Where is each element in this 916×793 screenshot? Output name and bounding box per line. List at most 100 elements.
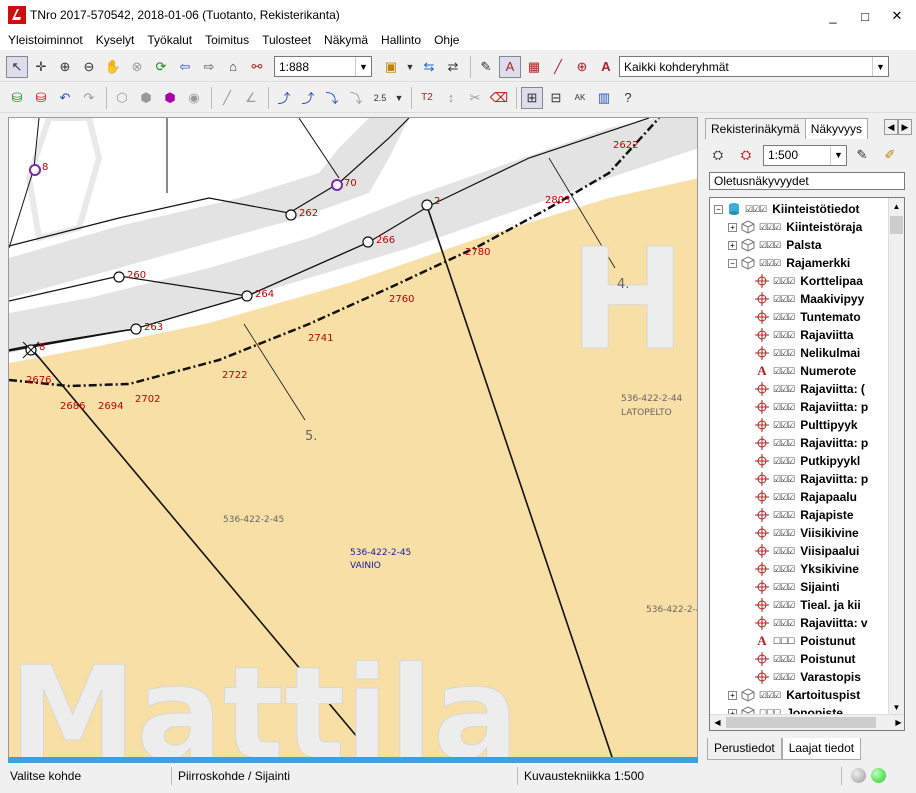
boundary-point-marker[interactable] [130, 323, 142, 335]
tree-item[interactable]: ☑☑☑ Rajaviitta: ( [742, 380, 865, 398]
tree-item[interactable]: ☑☑☑ Rajaviitta: v [742, 614, 868, 632]
collapse-icon[interactable]: − [714, 204, 723, 214]
polygon-delete-icon[interactable]: ⬡ [111, 87, 133, 109]
polygon-edit-icon[interactable]: ⬢ [159, 87, 181, 109]
close-button[interactable]: ✕ [884, 6, 910, 26]
tree-item[interactable]: ☑☑☑ Sijainti [742, 578, 840, 596]
boundary-point-marker[interactable] [113, 271, 125, 283]
map-drawing[interactable]: Mattila H 8 70 2 262 266 260 264 263 8 2… [9, 118, 698, 762]
visibility-set-field[interactable]: Oletusnäkyvyydet [709, 172, 905, 190]
tree-item[interactable]: ☑☑☑ Poistunut [742, 650, 856, 668]
draw-line-icon[interactable]: ╱ [547, 56, 569, 78]
tab-visibility[interactable]: Näkyvyys [804, 118, 869, 139]
edit-list-icon[interactable]: ✎ [475, 56, 497, 78]
pan-hand-icon[interactable]: ✋ [102, 56, 124, 78]
chevron-down-icon[interactable]: ▼ [830, 145, 846, 165]
tree-item[interactable]: ☑☑☑ Rajaviitta: p [742, 470, 868, 488]
sync-icon[interactable]: ⇆ [418, 56, 440, 78]
tree-vertical-scrollbar[interactable]: ▲ ▼ [888, 198, 904, 715]
tab-basic-info[interactable]: Perustiedot [707, 738, 782, 760]
tree-item[interactable]: ☑☑☑ Rajaviitta: p [742, 434, 868, 452]
menu-ohje[interactable]: Ohje [434, 33, 459, 47]
boundary-point-marker[interactable] [421, 199, 433, 211]
crosshair-icon[interactable]: ✛ [30, 56, 52, 78]
tree-item[interactable]: ☑☑☑ Nelikulmai [742, 344, 860, 362]
visibility-checkboxes[interactable]: ☑☑☑ [773, 366, 795, 377]
scroll-thumb[interactable] [890, 216, 903, 234]
tree-item[interactable]: ☑☑☑ Putkipyykl [742, 452, 860, 470]
menu-tyokalut[interactable]: Työkalut [147, 33, 192, 47]
zoom-out-icon[interactable]: ⊖ [78, 56, 100, 78]
scroll-down-icon[interactable]: ▼ [889, 699, 904, 715]
text-icon[interactable]: A [595, 56, 617, 78]
vertex-move-icon[interactable]: ⤵ [321, 87, 343, 109]
visibility-checkboxes[interactable]: ☑☑☑ [759, 690, 781, 701]
visibility-checkboxes[interactable]: ☑☑☑ [773, 438, 795, 449]
visibility-checkboxes[interactable]: ☑☑☑ [759, 240, 781, 251]
tree-horizontal-scrollbar[interactable]: ◀ ▶ [710, 714, 904, 730]
edit-visibility-icon[interactable]: ✎ [851, 144, 873, 166]
grid-split-icon[interactable]: ⊟ [545, 87, 567, 109]
dropdown-arrow-icon[interactable]: ▼ [393, 87, 405, 109]
boundary-point-marker[interactable] [331, 179, 343, 191]
boundary-point-marker[interactable] [285, 209, 297, 221]
visibility-checkboxes[interactable]: ☑☑☑ [745, 204, 767, 215]
menu-yleistoiminnot[interactable]: Yleistoiminnot [8, 33, 83, 47]
tree-item[interactable]: ☑☑☑ Maakivipyy [742, 290, 864, 308]
boundary-point-marker[interactable] [362, 236, 374, 248]
scroll-up-icon[interactable]: ▲ [889, 198, 904, 214]
line-tool-icon[interactable]: ╱ [216, 87, 238, 109]
approve-icon[interactable]: AK [569, 87, 591, 109]
visibility-checkboxes[interactable]: ☑☑☑ [773, 654, 795, 665]
polygon-icon[interactable]: ⬢ [135, 87, 157, 109]
tree-item[interactable]: − ☑☑☑ Rajamerkki [728, 254, 850, 272]
expand-icon[interactable]: + [728, 240, 737, 250]
vertex-add-icon[interactable]: ⤴ [297, 87, 319, 109]
visibility-checkboxes[interactable]: ☑☑☑ [773, 456, 795, 467]
visibility-checkboxes[interactable]: ☑☑☑ [773, 672, 795, 683]
tree-item[interactable]: ☑☑☑ Tuntemato [742, 308, 861, 326]
visibility-checkboxes[interactable]: ☑☑☑ [773, 492, 795, 503]
stop-icon[interactable]: ⊗ [126, 56, 148, 78]
text-format-icon[interactable]: T2 [416, 87, 438, 109]
redo-icon[interactable]: ↷ [78, 87, 100, 109]
tree-item[interactable]: ☑☑☑ Rajaviitta [742, 326, 854, 344]
visibility-checkboxes[interactable]: ☑☑☑ [773, 564, 795, 575]
scroll-right-icon[interactable]: ▶ [891, 715, 904, 730]
maximize-button[interactable]: □ [852, 6, 878, 26]
tree-item[interactable]: ☑☑☑ Pulttipyyk [742, 416, 858, 434]
map-canvas[interactable]: Mattila H 8 70 2 262 266 260 264 263 8 2… [8, 117, 698, 762]
visibility-checkboxes[interactable]: ☐☐☐ [773, 636, 795, 647]
expand-icon[interactable]: + [728, 222, 737, 232]
visibility-tree[interactable]: − ☑☑☑ Kiinteistötiedot + ☑☑☑ Kiinteistöraja + ☑… [709, 197, 905, 731]
visibility-checkboxes[interactable]: ☑☑☑ [773, 618, 795, 629]
tree-item[interactable]: ☑☑☑ Rajaviitta: p [742, 398, 868, 416]
layer-image-icon[interactable]: ▣ [380, 56, 402, 78]
highlight-icon[interactable]: ✐ [879, 144, 901, 166]
visibility-checkboxes[interactable]: ☑☑☑ [773, 312, 795, 323]
menu-nakyma[interactable]: Näkymä [324, 33, 368, 47]
layer-remove-icon[interactable]: ⛭ [735, 144, 757, 166]
visibility-checkboxes[interactable]: ☑☑☑ [773, 384, 795, 395]
visibility-checkboxes[interactable]: ☑☑☑ [773, 510, 795, 521]
visibility-checkboxes[interactable]: ☑☑☑ [773, 546, 795, 557]
tree-item[interactable]: + ☑☑☑ Kiinteistöraja [728, 218, 862, 236]
measure-icon[interactable]: ⚯ [246, 56, 268, 78]
visibility-checkboxes[interactable]: ☑☑☑ [773, 330, 795, 341]
hatch-fill-icon[interactable]: ▦ [523, 56, 545, 78]
eye-icon[interactable]: ◉ [183, 87, 205, 109]
tree-item[interactable]: ☑☑☑ Rajapiste [742, 506, 854, 524]
visibility-checkboxes[interactable]: ☑☑☑ [773, 402, 795, 413]
tree-item[interactable]: + ☑☑☑ Palsta [728, 236, 822, 254]
vertex-up-icon[interactable]: ⤴ [273, 87, 295, 109]
minimize-button[interactable]: _ [820, 6, 846, 26]
label-toggle-icon[interactable]: A [499, 55, 521, 78]
eraser-icon[interactable]: ⌫ [488, 87, 510, 109]
boundary-point-marker[interactable] [241, 290, 253, 302]
database-green-icon[interactable]: ⛁ [6, 87, 28, 109]
vertex-remove-icon[interactable]: ⤵ [345, 87, 367, 109]
visibility-checkboxes[interactable]: ☑☑☑ [773, 348, 795, 359]
text-align-icon[interactable]: ↕ [440, 87, 462, 109]
grid-layout-icon[interactable]: ⊞ [521, 86, 543, 109]
tree-item[interactable]: ☑☑☑ Korttelipaa [742, 272, 863, 290]
